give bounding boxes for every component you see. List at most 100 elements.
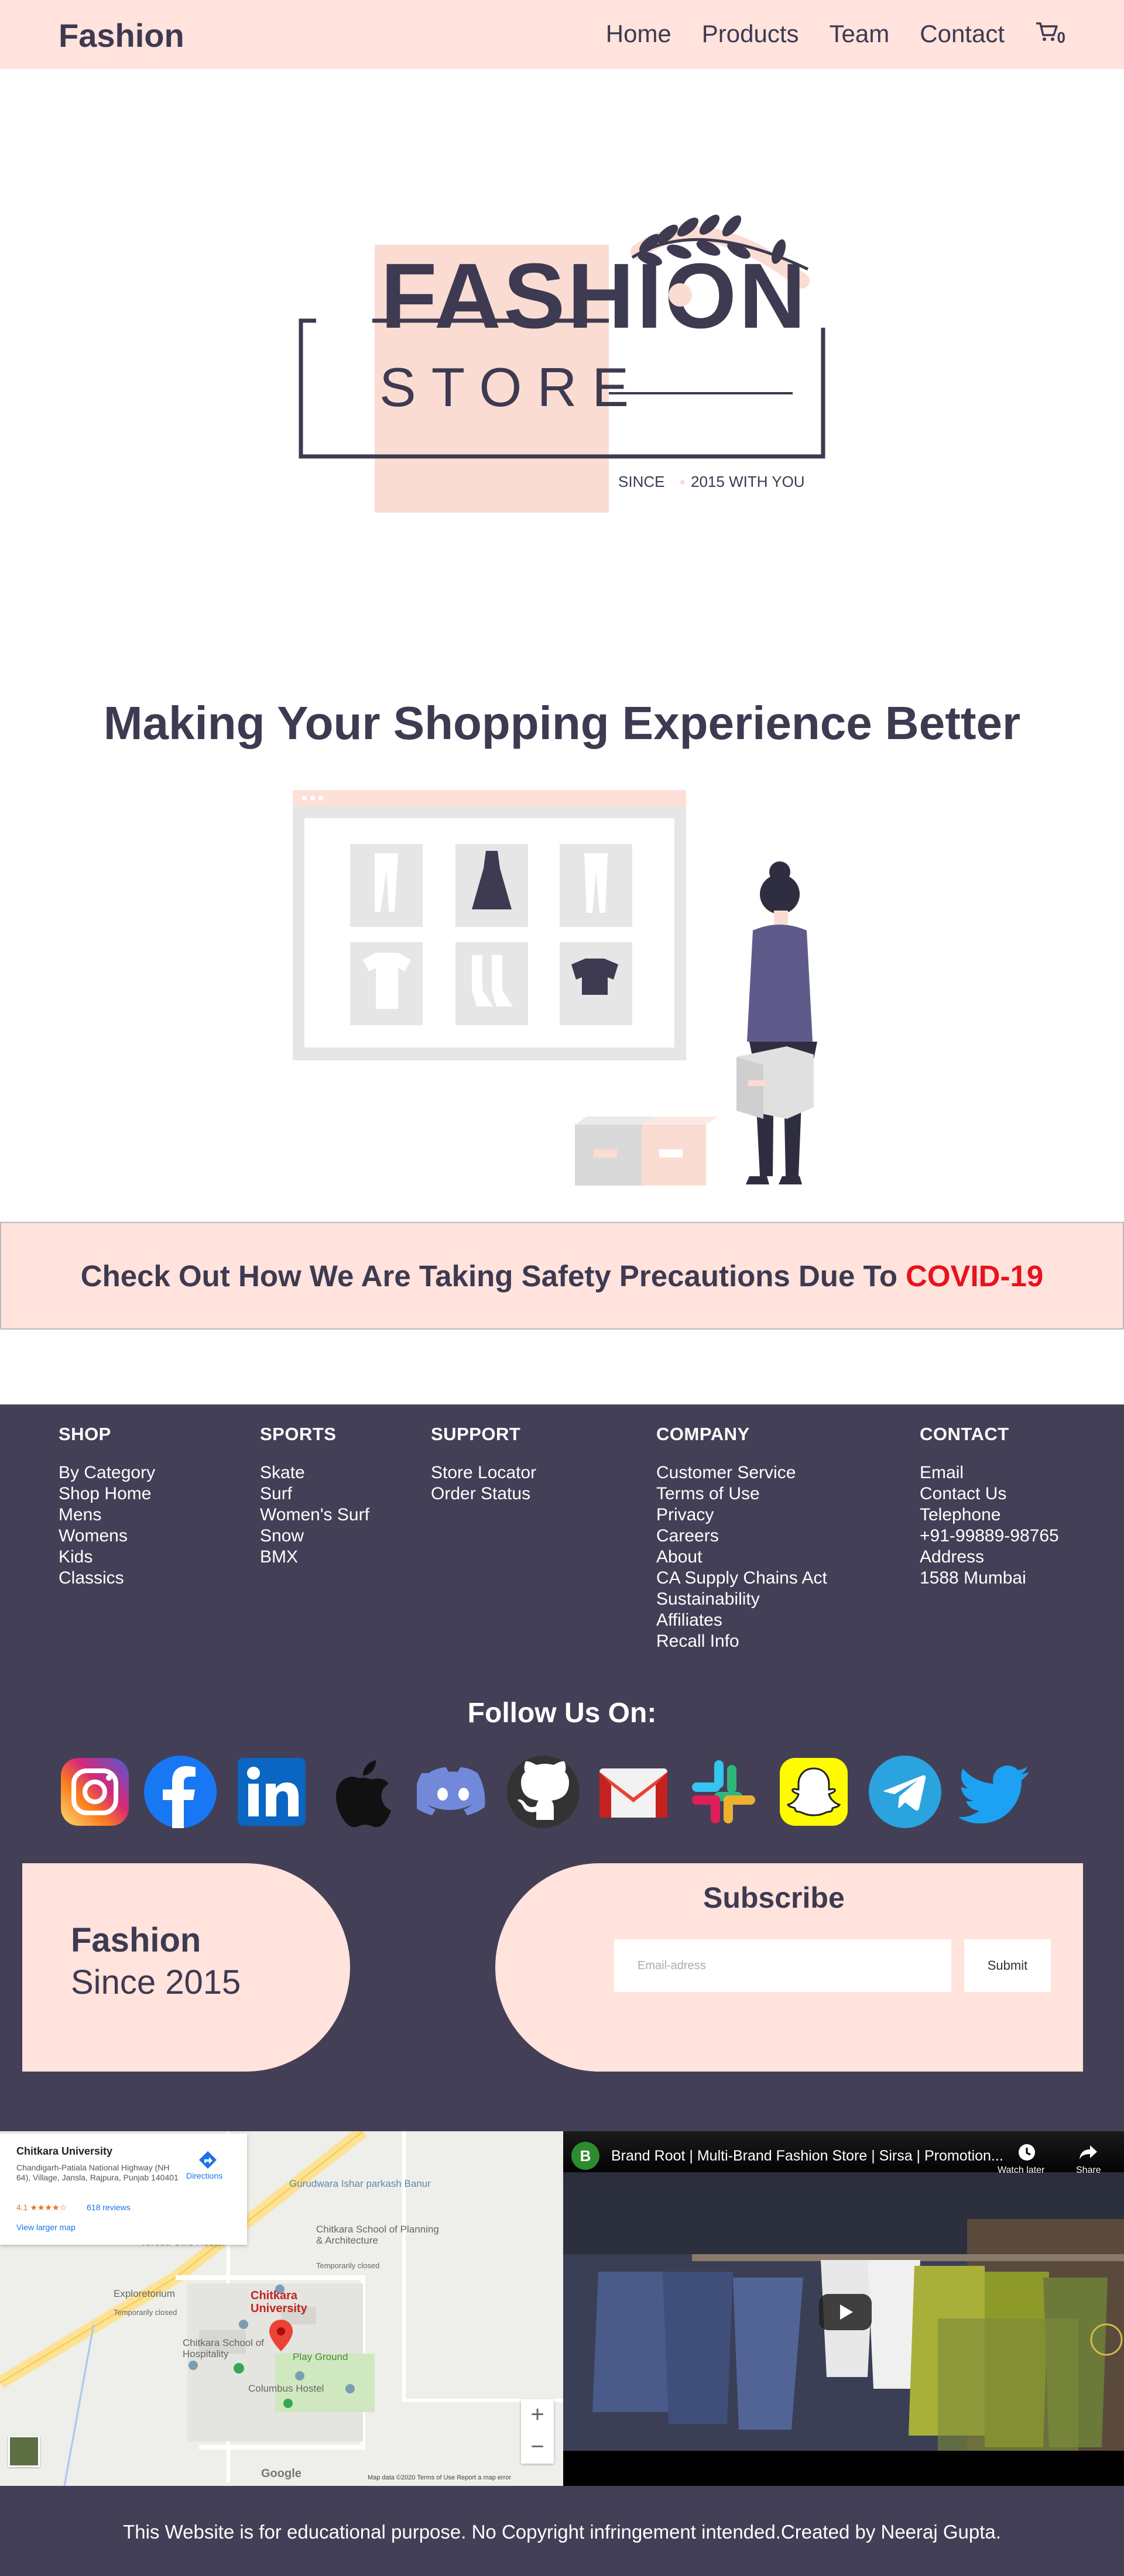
- footer-link[interactable]: Mens: [59, 1505, 155, 1526]
- share-button[interactable]: Share: [1076, 2165, 1101, 2176]
- snapchat-icon[interactable]: [777, 1756, 850, 1828]
- cart-count: 0: [1057, 29, 1065, 46]
- footer-link[interactable]: +91-99889-98765: [920, 1526, 1059, 1547]
- map-place-card: Chitkara University Chandigarh-Patiala N…: [0, 2134, 247, 2245]
- footer-link[interactable]: Sustainability: [656, 1589, 827, 1610]
- logo-tagline-since: SINCE: [618, 473, 664, 490]
- share-icon[interactable]: [1078, 2143, 1098, 2162]
- map-label-temp-closed: Temporarily closed: [316, 2261, 380, 2270]
- footer-link[interactable]: Order Status: [431, 1483, 536, 1505]
- footer-link[interactable]: Kids: [59, 1547, 155, 1568]
- footer-link[interactable]: Affiliates: [656, 1610, 827, 1631]
- footer-link[interactable]: Snow: [260, 1526, 369, 1547]
- github-icon[interactable]: [507, 1756, 580, 1828]
- facebook-icon[interactable]: [144, 1756, 217, 1828]
- youtube-video-embed[interactable]: B Brand Root | Multi-Brand Fashion Store…: [563, 2131, 1124, 2486]
- google-map-embed[interactable]: Gurudwara Ishar parkash Banur Teresa Gir…: [0, 2131, 563, 2486]
- directions-link[interactable]: Directions: [186, 2171, 222, 2180]
- brand-logo-text[interactable]: Fashion: [59, 16, 184, 54]
- footer-col-title: SPORTS: [260, 1424, 337, 1444]
- footer-col-support: SUPPORT Store Locator Order Status: [431, 1424, 536, 1505]
- video-title[interactable]: Brand Root | Multi-Brand Fashion Store |…: [611, 2148, 1003, 2165]
- map-data-attribution[interactable]: Map data ©2020 Terms of Use Report a map…: [368, 2474, 511, 2481]
- footer-link[interactable]: Store Locator: [431, 1462, 536, 1483]
- footer-link[interactable]: Terms of Use: [656, 1483, 827, 1505]
- footer-link[interactable]: Recall Info: [656, 1631, 827, 1652]
- map-place-name: Chitkara University: [16, 2145, 113, 2157]
- zoom-in-button[interactable]: +: [521, 2399, 554, 2431]
- covid-banner[interactable]: Check Out How We Are Taking Safety Preca…: [0, 1222, 1124, 1330]
- nav-links: Home Products Team Contact 0: [606, 20, 1065, 48]
- telegram-icon[interactable]: [869, 1756, 941, 1828]
- footer-col-title: SHOP: [59, 1424, 111, 1444]
- footer-link[interactable]: About: [656, 1547, 827, 1568]
- instagram-icon[interactable]: [59, 1756, 131, 1828]
- map-place-address: Chandigarh-Patiala National Highway (NH …: [16, 2163, 179, 2182]
- gmail-icon[interactable]: [597, 1756, 670, 1828]
- zoom-out-button[interactable]: −: [521, 2431, 554, 2464]
- footer-link[interactable]: Telephone: [920, 1505, 1059, 1526]
- map-reviews-link[interactable]: 618 reviews: [87, 2203, 131, 2212]
- brand-pill: Fashion Since 2015: [22, 1863, 350, 2072]
- footer-link[interactable]: Careers: [656, 1526, 827, 1547]
- submit-button[interactable]: Submit: [964, 1939, 1051, 1992]
- map-label-gurudwara: Gurudwara Ishar parkash Banur: [289, 2178, 431, 2189]
- nav-link-home[interactable]: Home: [606, 20, 671, 48]
- twitter-icon[interactable]: [959, 1756, 1032, 1828]
- footer-link[interactable]: Classics: [59, 1568, 155, 1589]
- footer-link[interactable]: Women's Surf: [260, 1505, 369, 1526]
- channel-avatar[interactable]: B: [571, 2142, 599, 2170]
- footer-link[interactable]: BMX: [260, 1547, 369, 1568]
- hero-headline: Making Your Shopping Experience Better: [103, 697, 1021, 749]
- footer-link[interactable]: Contact Us: [920, 1483, 1059, 1505]
- map-label-exploretorium: Exploretorium: [114, 2288, 175, 2299]
- nav-link-contact[interactable]: Contact: [920, 20, 1005, 48]
- footer-link[interactable]: Privacy: [656, 1505, 827, 1526]
- footer-link[interactable]: CA Supply Chains Act: [656, 1568, 827, 1589]
- play-button[interactable]: [819, 2294, 872, 2330]
- apple-icon[interactable]: [325, 1756, 398, 1828]
- footer-link[interactable]: 1588 Mumbai: [920, 1568, 1059, 1589]
- map-label-school-planning: Chitkara School of Planning & Architectu…: [316, 2224, 439, 2246]
- cart-button[interactable]: 0: [1035, 21, 1065, 47]
- map-zoom-controls: + −: [521, 2399, 554, 2464]
- watch-later-button[interactable]: Watch later: [998, 2165, 1044, 2176]
- shopping-illustration: [287, 790, 837, 1211]
- logo-line2: STORE: [379, 356, 644, 418]
- copyright-text: This Website is for educational purpose.…: [123, 2521, 1001, 2543]
- clock-icon[interactable]: [1017, 2143, 1036, 2162]
- covid-highlight: COVID-19: [906, 1259, 1044, 1293]
- footer-col-sports: SPORTS Skate Surf Women's Surf Snow BMX: [260, 1424, 369, 1568]
- nav-link-team[interactable]: Team: [830, 20, 890, 48]
- brand-pill-title: Fashion: [71, 1921, 201, 1959]
- play-icon: [840, 2304, 853, 2320]
- footer-link[interactable]: Skate: [260, 1462, 369, 1483]
- footer-link[interactable]: Womens: [59, 1526, 155, 1547]
- footer-link[interactable]: Address: [920, 1547, 1059, 1568]
- navbar: Fashion Home Products Team Contact 0: [0, 0, 1124, 69]
- footer-link[interactable]: Email: [920, 1462, 1059, 1483]
- email-field[interactable]: [614, 1939, 951, 1992]
- view-larger-map-link[interactable]: View larger map: [16, 2223, 76, 2232]
- map-label-university: Chitkara University: [251, 2289, 307, 2315]
- map-label-play-ground: Play Ground: [293, 2351, 348, 2362]
- linkedin-icon[interactable]: [235, 1756, 308, 1828]
- footer-link[interactable]: Shop Home: [59, 1483, 155, 1505]
- footer-link[interactable]: Customer Service: [656, 1462, 827, 1483]
- footer-col-shop: SHOP By Category Shop Home Mens Womens K…: [59, 1424, 155, 1589]
- map-place-rating: 4.1 ★★★★☆: [16, 2203, 67, 2212]
- footer-link[interactable]: By Category: [59, 1462, 155, 1483]
- map-layer-toggle[interactable]: [8, 2436, 40, 2467]
- footer-col-title: COMPANY: [656, 1424, 750, 1444]
- logo-tagline-year: 2015 WITH YOU: [691, 473, 805, 490]
- directions-icon[interactable]: [198, 2150, 218, 2170]
- map-label-school-hospitality: Chitkara School of Hospitality: [183, 2337, 264, 2359]
- footer: SHOP By Category Shop Home Mens Womens K…: [0, 1404, 1124, 2131]
- discord-icon[interactable]: [417, 1756, 489, 1828]
- google-logo: Google: [261, 2467, 301, 2480]
- map-label-columbus: Columbus Hostel: [248, 2383, 324, 2394]
- logo-line1: FASHION: [381, 245, 808, 348]
- nav-link-products[interactable]: Products: [702, 20, 799, 48]
- slack-icon[interactable]: [687, 1756, 760, 1828]
- footer-link[interactable]: Surf: [260, 1483, 369, 1505]
